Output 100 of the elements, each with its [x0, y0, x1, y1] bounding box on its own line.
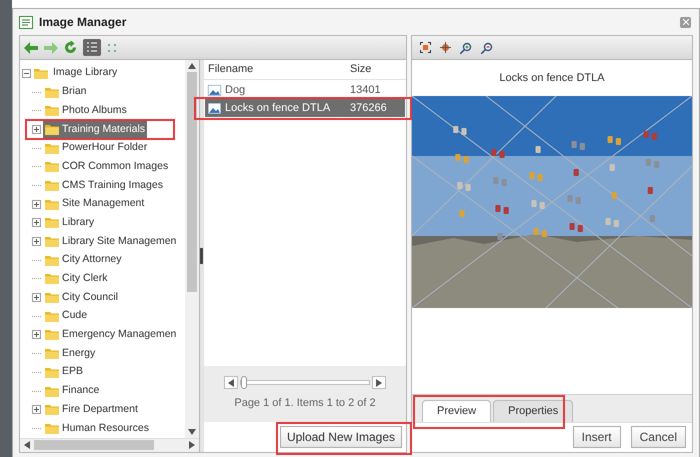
tree-row[interactable]: Energy — [43, 344, 98, 363]
folder-icon — [45, 348, 59, 360]
tree-row[interactable]: City Clerk — [43, 270, 110, 288]
tree-item[interactable]: City Attorney — [62, 252, 122, 268]
scroll-up-icon[interactable] — [188, 63, 196, 69]
tree-row[interactable]: City Attorney — [43, 251, 124, 270]
folder-icon — [45, 386, 59, 397]
pager-next-button[interactable] — [372, 376, 386, 389]
expand-icon[interactable] — [32, 293, 41, 302]
tree-row[interactable]: Brian — [43, 83, 89, 101]
image-file-icon — [208, 102, 221, 114]
zoom-in-icon[interactable] — [460, 42, 472, 54]
tree-row[interactable]: Cude — [43, 307, 90, 326]
preview-title: Locks on fence DTLA — [499, 70, 605, 86]
folder-icon — [45, 273, 59, 284]
back-arrow-icon[interactable] — [24, 42, 38, 54]
scroll-right-icon[interactable] — [189, 441, 195, 450]
expand-icon[interactable] — [32, 237, 41, 246]
expand-icon[interactable] — [32, 405, 41, 414]
tree-item[interactable]: City Clerk — [62, 271, 108, 287]
horizontal-scrollbar[interactable] — [20, 438, 199, 452]
tree-item[interactable]: PowerHour Folder — [62, 140, 148, 156]
expand-icon[interactable] — [32, 218, 41, 228]
tab[interactable]: Properties — [493, 400, 574, 422]
tree-row[interactable]: Library — [43, 214, 96, 232]
scroll-down-icon[interactable] — [188, 428, 196, 435]
tree-item[interactable]: Brian — [62, 84, 87, 100]
file-row[interactable]: Dog 13401 — [205, 81, 405, 99]
folder-icon — [45, 105, 59, 116]
tree-item[interactable]: Photo Albums — [62, 102, 127, 119]
close-button[interactable] — [680, 16, 691, 28]
tree-row[interactable]: Finance — [43, 382, 102, 400]
tab[interactable]: Preview — [422, 400, 492, 422]
fit-to-frame-icon[interactable] — [420, 42, 431, 53]
expand-icon[interactable] — [32, 200, 41, 209]
scroll-left-icon[interactable] — [24, 441, 30, 450]
column-header[interactable]: Size — [350, 60, 402, 77]
tree-item[interactable]: Training Materials — [62, 122, 146, 138]
tree-row[interactable]: Human Resources — [43, 420, 151, 438]
actual-size-icon[interactable] — [440, 42, 451, 53]
tree-item[interactable]: Human Resources — [62, 420, 149, 436]
vertical-scrollbar[interactable] — [185, 60, 199, 438]
file-name: Locks on fence DTLA — [225, 100, 332, 116]
column-header[interactable]: Filename — [208, 60, 350, 77]
file-row[interactable]: Locks on fence DTLA 376266 — [205, 99, 405, 117]
tree-row[interactable]: EPB — [43, 363, 86, 382]
tree-item[interactable]: Library — [62, 214, 94, 231]
folder-icon — [45, 310, 59, 322]
folder-icon — [45, 366, 59, 378]
tree-item[interactable]: Library Site Managemen — [62, 234, 176, 250]
file-size: 376266 — [350, 100, 388, 116]
dialog-button[interactable]: Insert — [572, 426, 621, 448]
folder-icon — [45, 198, 59, 210]
tree-row[interactable]: PowerHour Folder — [43, 139, 150, 157]
expand-icon[interactable] — [32, 124, 41, 134]
tree-item[interactable]: Cude — [62, 308, 88, 324]
pager-text: Page 1 of 1. Items 1 to 2 of 2 — [234, 396, 376, 411]
tree-row[interactable]: CMS Training Images — [43, 176, 165, 194]
folder-icon — [45, 86, 59, 98]
folder-icon — [45, 124, 59, 135]
right-arrow-icon[interactable] — [376, 378, 382, 386]
upload-button[interactable]: Upload New Images — [280, 426, 402, 448]
tree-item[interactable]: Site Management — [62, 196, 144, 212]
zoom-out-icon[interactable] — [481, 42, 493, 54]
collapse-icon[interactable] — [22, 68, 31, 78]
tree-row[interactable]: Fire Department — [43, 400, 140, 419]
tree-row[interactable]: Library Site Managemen — [43, 232, 178, 250]
folder-icon — [45, 329, 59, 340]
tree-item[interactable]: City Council — [62, 290, 118, 306]
tree-item[interactable]: Image Library — [51, 65, 120, 82]
folder-icon — [34, 68, 48, 79]
tree-row[interactable]: COR Common Images — [43, 158, 170, 176]
left-arrow-icon[interactable] — [228, 378, 234, 386]
tree-row[interactable]: Photo Albums — [43, 102, 129, 120]
tree-row[interactable]: Training Materials — [43, 120, 148, 138]
tree-item[interactable]: Finance — [62, 383, 100, 399]
file-name: Dog — [225, 82, 246, 98]
dialog-button[interactable]: Cancel — [630, 426, 686, 448]
pager-prev-button[interactable] — [224, 376, 238, 389]
pager-slider-thumb[interactable] — [241, 376, 247, 389]
folder-icon — [45, 161, 59, 172]
tree-row[interactable]: Site Management — [43, 195, 146, 214]
tree-item[interactable]: Emergency Managemen — [62, 327, 176, 343]
refresh-icon[interactable] — [64, 41, 77, 54]
list-view-icon[interactable] — [83, 39, 101, 56]
tree-row[interactable]: City Council — [43, 288, 120, 306]
expand-icon[interactable] — [32, 330, 41, 340]
tree-item[interactable]: COR Common Images — [62, 158, 168, 175]
folder-icon — [45, 142, 59, 154]
tree-item[interactable]: Fire Department — [62, 402, 138, 418]
folder-icon — [45, 180, 59, 191]
folder-icon — [45, 404, 59, 416]
folder-icon — [45, 217, 59, 228]
tree-row[interactable]: Emergency Managemen — [43, 326, 178, 344]
tree-item[interactable]: EPB — [62, 364, 84, 380]
folder-icon — [45, 236, 59, 248]
window-title: Image Manager — [39, 14, 126, 31]
tree-item[interactable]: Energy — [62, 346, 96, 362]
tree-item[interactable]: CMS Training Images — [62, 178, 163, 194]
thumbnail-view-icon[interactable] — [107, 42, 117, 52]
